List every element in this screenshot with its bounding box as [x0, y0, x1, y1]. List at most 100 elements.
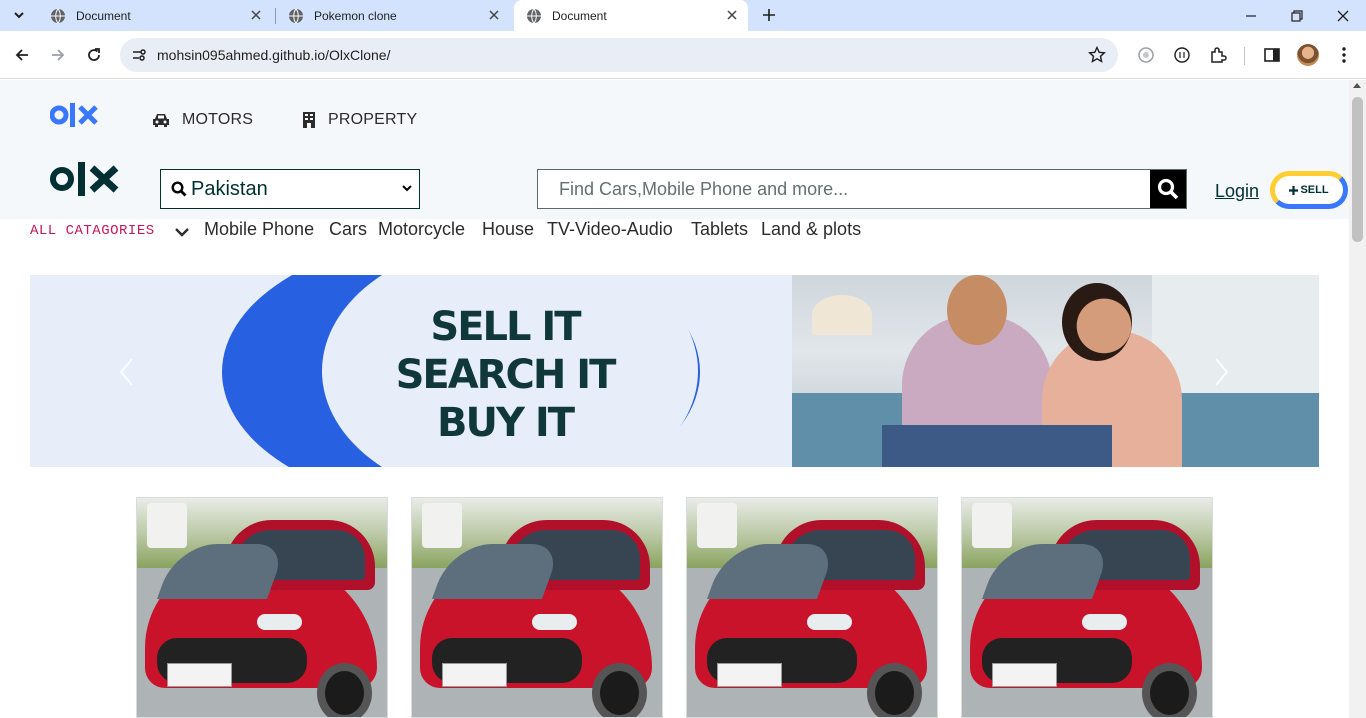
- hero-carousel: SELL IT SEARCH IT BUY IT: [30, 275, 1319, 467]
- minimize-button[interactable]: [1228, 0, 1274, 31]
- extensions-button[interactable]: [1206, 43, 1230, 67]
- browser-toolbar: mohsin095ahmed.github.io/OlxClone/: [0, 31, 1366, 79]
- tab-title: Document: [552, 8, 607, 23]
- globe-icon: [527, 8, 541, 23]
- window-close-button[interactable]: [1320, 0, 1366, 31]
- category-land-plots[interactable]: Land & plots: [761, 219, 861, 240]
- category-mobile-phone[interactable]: Mobile Phone: [204, 219, 314, 240]
- info-circle-icon: [1174, 47, 1190, 63]
- photo-jeans: [882, 425, 1112, 467]
- restore-icon: [1291, 9, 1303, 22]
- close-icon: [727, 10, 737, 20]
- search-input[interactable]: [538, 170, 1148, 208]
- category-tv-video-audio[interactable]: TV-Video-Audio: [547, 219, 673, 240]
- site-settings-icon[interactable]: [130, 46, 148, 64]
- search-button[interactable]: [1150, 170, 1186, 208]
- toolbar-separator: [1244, 47, 1245, 65]
- category-house[interactable]: House: [482, 219, 534, 240]
- product-card[interactable]: [136, 497, 388, 718]
- forward-button[interactable]: [44, 41, 72, 69]
- tab-search-button[interactable]: [8, 4, 30, 26]
- photo-woman-head: [1062, 283, 1132, 361]
- reload-button[interactable]: [80, 41, 108, 69]
- puzzle-icon: [1211, 47, 1227, 63]
- globe-icon: [51, 8, 65, 23]
- product-grid: [0, 497, 1349, 718]
- page-scrollbar-thumb[interactable]: [1352, 97, 1363, 242]
- search-bar: [537, 169, 1187, 209]
- sell-button-label: SELL: [1300, 184, 1329, 196]
- tab-close-button[interactable]: [248, 7, 264, 23]
- carousel-next-icon[interactable]: [1212, 357, 1230, 387]
- arrow-left-icon: [15, 49, 28, 61]
- nav-motors[interactable]: MOTORS: [152, 111, 253, 129]
- photo-lamp: [812, 295, 872, 335]
- webpage: MOTORS PROPERTY Pakistan Login SELL: [0, 80, 1349, 718]
- banner-graphic: SELL IT SEARCH IT BUY IT: [30, 275, 792, 467]
- close-icon: [251, 10, 261, 20]
- banner-line: SEARCH IT: [395, 352, 617, 398]
- chevron-down-icon: [402, 185, 412, 192]
- carousel-prev-icon[interactable]: [118, 357, 136, 387]
- car-icon: [153, 114, 169, 127]
- category-motorcycle[interactable]: Motorcycle: [378, 219, 465, 240]
- extension-icon-2[interactable]: [1170, 43, 1194, 67]
- nav-property-label: PROPERTY: [328, 111, 418, 128]
- product-card[interactable]: [961, 497, 1213, 718]
- extension-badge-icon: [1138, 47, 1154, 63]
- reload-icon: [88, 48, 100, 61]
- tab-title: Pokemon clone: [314, 8, 397, 23]
- plus-icon: [763, 9, 775, 21]
- browser-menu-button[interactable]: [1332, 43, 1356, 67]
- nav-property[interactable]: PROPERTY: [302, 111, 417, 129]
- login-link[interactable]: Login: [1215, 181, 1259, 202]
- product-card[interactable]: [411, 497, 663, 718]
- url-text: mohsin095ahmed.github.io/OlxClone/: [157, 47, 391, 63]
- scroll-up-arrow[interactable]: [1353, 83, 1361, 88]
- tab-close-button[interactable]: [724, 7, 740, 23]
- sell-button[interactable]: SELL: [1270, 171, 1348, 209]
- chevron-down-icon[interactable]: [174, 226, 190, 238]
- close-icon: [1337, 10, 1349, 21]
- photo-man-head: [947, 275, 1007, 345]
- kebab-menu-icon: [1342, 47, 1346, 63]
- banner-slogan: SELL IT SEARCH IT BUY IT: [380, 303, 630, 447]
- product-card[interactable]: [686, 497, 938, 718]
- all-categories-toggle[interactable]: ALL CATAGORIES: [30, 223, 155, 239]
- browser-tab-strip: Document Pokemon clone Document: [0, 0, 1366, 31]
- plus-icon: [1289, 185, 1299, 195]
- browser-tab-active[interactable]: Document: [514, 0, 748, 31]
- new-tab-button[interactable]: [758, 4, 780, 26]
- tab-close-button[interactable]: [486, 7, 502, 23]
- side-panel-icon: [1264, 48, 1280, 62]
- location-select[interactable]: Pakistan: [160, 169, 420, 209]
- search-icon: [1157, 178, 1179, 200]
- profile-avatar[interactable]: [1297, 44, 1319, 66]
- side-panel-button[interactable]: [1260, 43, 1284, 67]
- restore-button[interactable]: [1274, 0, 1320, 31]
- close-icon: [489, 10, 499, 20]
- category-cars[interactable]: Cars: [329, 219, 367, 240]
- banner-photo-couple: [792, 275, 1319, 467]
- bookmark-star-icon[interactable]: [1088, 46, 1106, 64]
- minimize-icon: [1246, 14, 1256, 17]
- building-icon: [303, 112, 315, 128]
- browser-tab[interactable]: Pokemon clone: [276, 0, 510, 31]
- extension-icon-1[interactable]: [1134, 43, 1158, 67]
- globe-icon: [289, 8, 303, 23]
- banner-line: BUY IT: [436, 400, 575, 446]
- browser-tab[interactable]: Document: [38, 0, 272, 31]
- olx-logo-small[interactable]: [50, 100, 102, 130]
- nav-motors-label: MOTORS: [182, 111, 254, 128]
- tab-title: Document: [76, 8, 131, 23]
- banner-line: SELL IT: [430, 304, 581, 350]
- arrow-right-icon: [52, 49, 65, 61]
- address-bar[interactable]: mohsin095ahmed.github.io/OlxClone/: [120, 38, 1118, 72]
- back-button[interactable]: [8, 41, 36, 69]
- chevron-down-icon: [14, 12, 24, 19]
- olx-logo[interactable]: [50, 160, 122, 198]
- search-icon: [171, 181, 187, 197]
- location-select-value: Pakistan: [191, 177, 268, 200]
- site-header: MOTORS PROPERTY Pakistan Login SELL: [0, 80, 1349, 219]
- category-tablets[interactable]: Tablets: [691, 219, 748, 240]
